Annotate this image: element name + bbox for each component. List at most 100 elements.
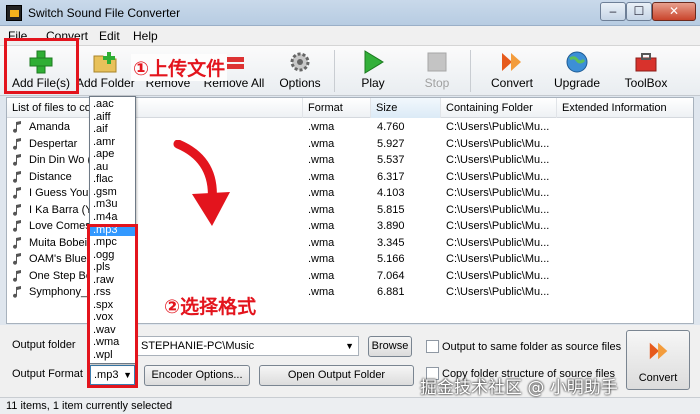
options-button[interactable]: Options <box>272 46 328 96</box>
cell-size: 4.103 <box>377 187 405 199</box>
cell-name: OAM's Blues <box>29 253 93 265</box>
window-title: Switch Sound File Converter <box>28 6 181 20</box>
output-folder-input[interactable]: STEPHANIE-PC\Music ▼ <box>137 336 359 356</box>
cell-folder: C:\Users\Public\Mu... <box>446 203 550 216</box>
browse-button[interactable]: Browse <box>368 336 412 357</box>
chevron-down-icon[interactable]: ▼ <box>345 337 354 355</box>
music-note-icon <box>13 154 21 166</box>
cell-format: .wma <box>308 187 335 199</box>
stop-button[interactable]: Stop <box>410 46 464 96</box>
cell-size: 3.890 <box>377 220 405 232</box>
cell-format: .wma <box>308 170 335 183</box>
close-button[interactable]: ✕ <box>652 2 696 21</box>
cell-name: Muita Bobeir <box>29 236 91 249</box>
play-icon <box>364 50 384 74</box>
cell-folder: C:\Users\Public\Mu... <box>446 253 550 265</box>
globe-icon <box>566 51 588 73</box>
app-icon <box>6 5 22 21</box>
menu-edit[interactable]: Edit <box>99 29 120 43</box>
cell-name: Din Din Wo (I <box>29 154 93 166</box>
format-option[interactable]: .gsm <box>90 186 135 198</box>
output-format-label: Output Format <box>12 368 83 380</box>
cell-name: I Ka Barra (Y <box>29 203 93 216</box>
same-folder-checkbox[interactable] <box>426 340 439 353</box>
options-icon <box>290 52 310 72</box>
cell-name: Symphony_N <box>29 286 93 298</box>
convert-toolbar-button[interactable]: Convert <box>484 46 540 96</box>
cell-folder: C:\Users\Public\Mu... <box>446 220 550 232</box>
cell-folder: C:\Users\Public\Mu... <box>446 154 550 166</box>
column-header-format[interactable]: Format <box>303 98 371 118</box>
cell-size: 5.537 <box>377 154 405 166</box>
format-option[interactable]: .au <box>90 161 135 173</box>
convert-button[interactable]: Convert <box>626 330 690 390</box>
music-note-icon <box>13 269 21 282</box>
highlight-format-list <box>87 224 138 388</box>
column-header-folder[interactable]: Containing Folder <box>441 98 557 118</box>
cell-folder: C:\Users\Public\Mu... <box>446 121 550 133</box>
cell-size: 4.760 <box>377 121 405 133</box>
format-option[interactable]: .aif <box>90 123 135 135</box>
cell-name: One Step Be <box>29 269 92 282</box>
minimize-button[interactable]: – <box>600 2 626 21</box>
format-option[interactable]: .aac <box>90 98 135 110</box>
convert-toolbar-label: Convert <box>490 76 534 90</box>
menu-help[interactable]: Help <box>133 29 158 43</box>
music-note-icon <box>13 236 21 249</box>
cell-size: 5.815 <box>377 203 405 216</box>
maximize-button[interactable]: ☐ <box>626 2 652 21</box>
cell-size: 7.064 <box>377 269 405 282</box>
open-output-folder-button[interactable]: Open Output Folder <box>259 365 414 386</box>
same-folder-label: Output to same folder as source files <box>442 341 622 353</box>
music-note-icon <box>13 187 21 199</box>
cell-format: .wma <box>308 203 335 216</box>
format-option[interactable]: .amr <box>90 136 135 148</box>
cell-size: 3.345 <box>377 236 405 249</box>
format-option[interactable]: .m4a <box>90 211 135 223</box>
column-header-size[interactable]: Size <box>371 98 441 118</box>
format-option[interactable]: .m3u <box>90 198 135 210</box>
music-note-icon <box>13 170 21 183</box>
column-header-name[interactable]: List of files to co <box>7 98 303 118</box>
music-note-icon <box>13 286 21 298</box>
cell-name: Despertar <box>29 137 78 150</box>
cell-format: .wma <box>308 236 335 249</box>
folder-add-icon <box>93 52 117 73</box>
music-note-icon <box>13 220 21 232</box>
music-note-icon <box>13 253 21 265</box>
cell-folder: C:\Users\Public\Mu... <box>446 269 550 282</box>
toolbox-icon <box>635 53 657 72</box>
toolbar-separator <box>334 50 335 92</box>
format-option[interactable]: .flac <box>90 173 135 185</box>
cell-size: 6.881 <box>377 286 405 298</box>
stop-label: Stop <box>424 76 450 90</box>
annotation-upload: ①上传文件 <box>131 54 228 81</box>
format-option[interactable]: .ape <box>90 148 135 160</box>
cell-folder: C:\Users\Public\Mu... <box>446 187 550 199</box>
arrow-down-icon <box>173 140 230 226</box>
cell-folder: C:\Users\Public\Mu... <box>446 236 550 249</box>
upgrade-button[interactable]: Upgrade <box>548 46 606 96</box>
cell-name: Amanda <box>29 121 70 133</box>
format-option[interactable]: .aiff <box>90 111 135 123</box>
output-folder-value: STEPHANIE-PC\Music <box>141 340 255 352</box>
cell-size: 6.317 <box>377 170 405 183</box>
convert-icon <box>502 53 521 71</box>
upgrade-label: Upgrade <box>553 76 601 90</box>
add-folder-button[interactable]: Add Folder <box>76 46 135 96</box>
cell-name: Distance <box>29 170 72 183</box>
music-note-icon <box>13 203 21 216</box>
toolbar-separator <box>470 50 471 92</box>
convert-icon <box>649 342 668 360</box>
play-button[interactable]: Play <box>346 46 400 96</box>
toolbar: Add File(s) Add Folder Remove Remove All… <box>0 46 700 96</box>
column-header-extended[interactable]: Extended Information <box>557 98 693 118</box>
cell-folder: C:\Users\Public\Mu... <box>446 170 550 183</box>
add-folder-label: Add Folder <box>76 76 135 90</box>
cell-size: 5.927 <box>377 137 405 150</box>
convert-button-label: Convert <box>638 372 678 384</box>
encoder-options-button[interactable]: Encoder Options... <box>144 365 250 386</box>
status-bar: 11 items, 1 item currently selected <box>0 397 700 414</box>
cell-format: .wma <box>308 154 335 166</box>
toolbox-button[interactable]: ToolBox <box>616 46 676 96</box>
